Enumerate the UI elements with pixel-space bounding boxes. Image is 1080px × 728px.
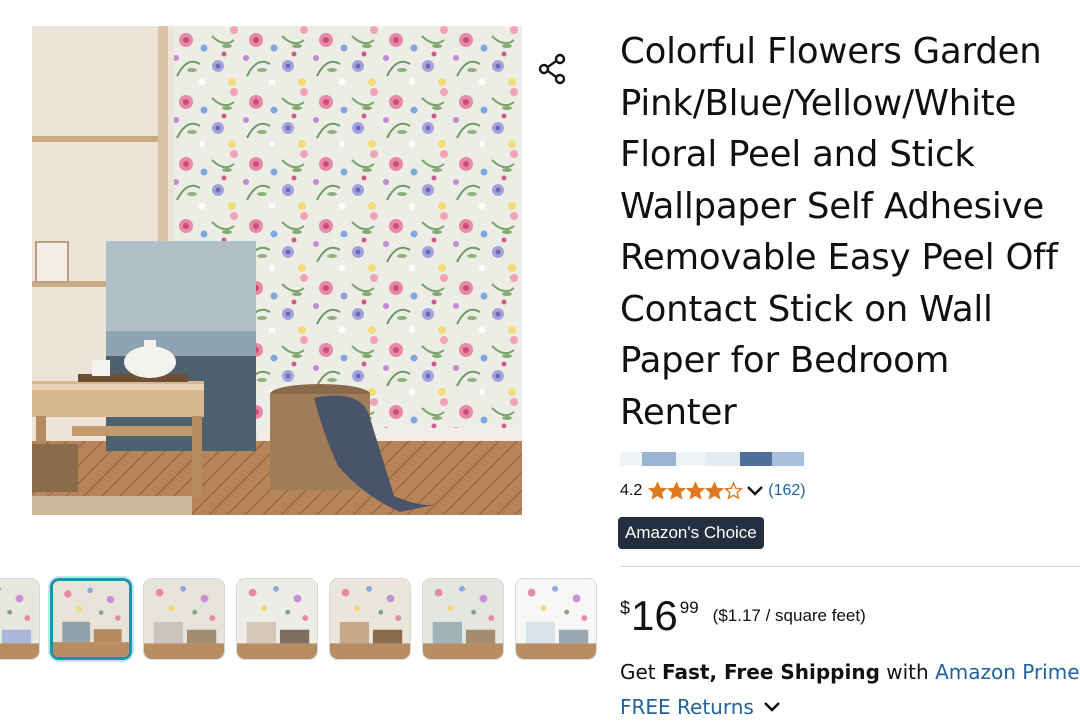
shipping-prefix: Get <box>620 660 663 684</box>
price-symbol: $ <box>620 598 631 618</box>
free-returns-link[interactable]: FREE Returns <box>620 695 781 719</box>
price-whole: 16 <box>631 592 678 639</box>
price-fraction: 99 <box>679 598 699 617</box>
price: $ 16 99 ($1.17 / square feet) <box>620 592 866 640</box>
star-icon <box>667 482 687 500</box>
color-swatch[interactable] <box>676 452 706 466</box>
share-button[interactable] <box>534 50 572 88</box>
color-swatch[interactable] <box>706 452 740 466</box>
thumbnail-4[interactable] <box>236 578 318 660</box>
star-icon <box>724 482 744 500</box>
rating-value: 4.2 <box>620 482 643 499</box>
free-returns-label: FREE Returns <box>620 695 754 719</box>
star-icon <box>648 482 668 500</box>
thumbnail-2[interactable] <box>50 578 132 660</box>
shipping-info: Get Fast, Free Shipping with Amazon Prim… <box>620 660 1080 684</box>
thumbnail-strip <box>0 578 600 664</box>
color-swatch[interactable] <box>740 452 772 466</box>
star-icon <box>705 482 725 500</box>
main-product-image[interactable] <box>32 26 522 515</box>
share-icon <box>538 53 566 85</box>
amazons-choice-badge: Amazon's Choice <box>618 517 764 549</box>
color-swatch[interactable] <box>620 452 642 466</box>
product-title: Colorful Flowers Garden Pink/Blue/Yellow… <box>620 31 1058 433</box>
star-icon <box>686 482 706 500</box>
thumbnail-6[interactable] <box>422 578 504 660</box>
unit-price: ($1.17 / square feet) <box>712 606 866 625</box>
shipping-bold: Fast, Free Shipping <box>662 660 880 684</box>
shipping-middle: with <box>879 660 936 684</box>
thumbnail-7[interactable] <box>515 578 597 660</box>
rating-count-link[interactable]: (162) <box>768 482 805 500</box>
rating-row: 4.2 (162) <box>620 480 806 502</box>
divider <box>620 566 1080 567</box>
color-swatch[interactable] <box>772 452 804 466</box>
color-swatches[interactable] <box>620 452 820 466</box>
chevron-down-icon <box>763 702 780 712</box>
rating-stars[interactable] <box>648 482 744 500</box>
thumbnail-5[interactable] <box>329 578 411 660</box>
thumbnail-1[interactable] <box>0 578 40 660</box>
thumbnail-3[interactable] <box>143 578 225 660</box>
amazon-prime-link[interactable]: Amazon Prime <box>935 660 1079 684</box>
color-swatch[interactable] <box>642 452 676 466</box>
chevron-down-icon[interactable] <box>746 485 764 497</box>
